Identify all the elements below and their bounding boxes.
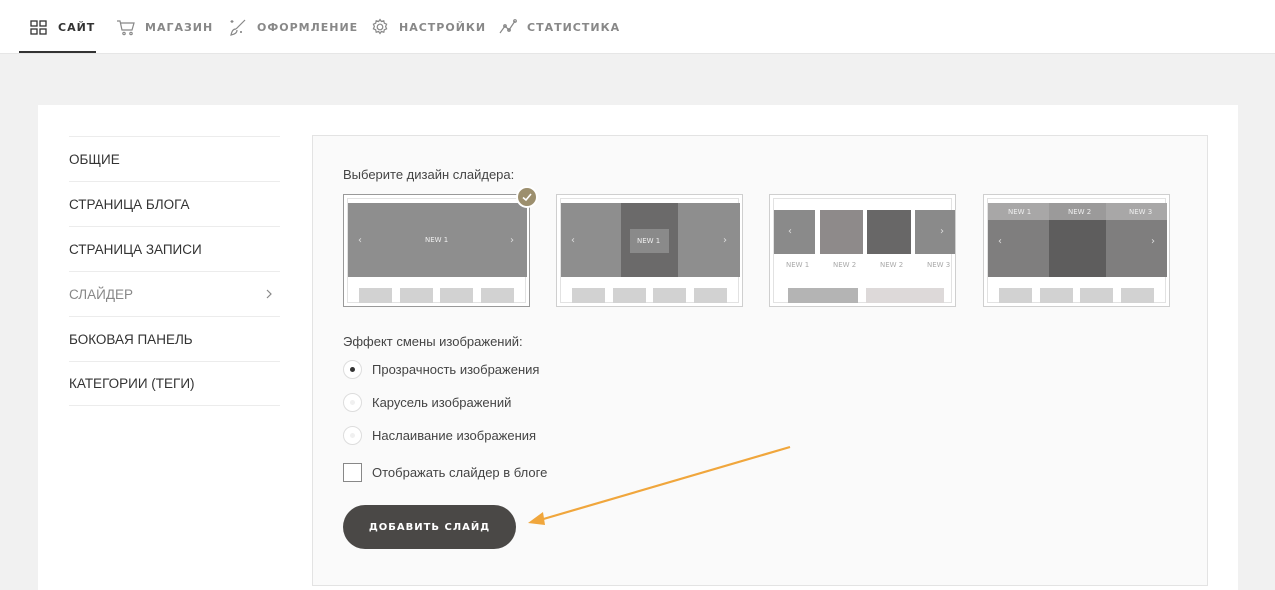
preview-thumb (1040, 288, 1073, 303)
slider-design-option-1[interactable]: ‹ › NEW 1 (343, 186, 538, 307)
nav-tab-label: СТАТИСТИКА (527, 20, 621, 34)
preview-card-label: NEW 2 (833, 261, 857, 269)
sidebar-item-sidebar-panel[interactable]: БОКОВАЯ ПАНЕЛЬ (69, 316, 280, 361)
sidebar-item-blog-page[interactable]: СТРАНИЦА БЛОГА (69, 181, 280, 226)
preview-slide-label: NEW 1 (425, 236, 449, 244)
preview-tab-label: NEW 2 (1068, 208, 1092, 216)
nav-tab-statistics[interactable]: СТАТИСТИКА (498, 0, 620, 54)
preview-prev-arrow: ‹ (358, 235, 362, 246)
active-tab-indicator (19, 51, 96, 53)
nav-tab-shop[interactable]: МАГАЗИН (116, 0, 213, 54)
show-slider-checkbox[interactable] (343, 463, 362, 482)
magic-brush-icon (228, 17, 248, 37)
preview-prev-arrow: ‹ (788, 226, 792, 237)
preview-card (867, 210, 911, 254)
effect-option-label: Карусель изображений (372, 395, 512, 410)
effect-option-label: Наслаивание изображения (372, 428, 537, 443)
show-slider-label: Отображать слайдер в блоге (372, 465, 548, 480)
nav-tab-label: САЙТ (58, 20, 96, 34)
sidebar-item-label: ОБЩИЕ (69, 151, 120, 167)
design-preview: ‹ › NEW 1 (347, 198, 527, 303)
nav-tab-label: ОФОРМЛЕНИЕ (257, 20, 359, 34)
preview-thumb (481, 288, 514, 303)
preview-thumb (572, 288, 605, 303)
preview-thumb (359, 288, 392, 303)
preview-thumb (653, 288, 686, 303)
sidebar-item-categories[interactable]: КАТЕГОРИИ (ТЕГИ) (69, 361, 280, 406)
preview-card-label: NEW 3 (927, 261, 951, 269)
preview-slide-label: NEW 1 (637, 237, 661, 245)
effect-option-overlay[interactable]: Наслаивание изображения (343, 426, 536, 445)
sidebar-item-label: СТРАНИЦА БЛОГА (69, 196, 190, 212)
preview-thumb (999, 288, 1032, 303)
preview-tab-label: NEW 3 (1129, 208, 1153, 216)
effect-option-label: Прозрачность изображения (372, 362, 540, 377)
sidebar-item-post-page[interactable]: СТРАНИЦА ЗАПИСИ (69, 226, 280, 271)
settings-sidebar: ОБЩИЕ СТРАНИЦА БЛОГА СТРАНИЦА ЗАПИСИ СЛА… (69, 136, 280, 406)
sidebar-item-general[interactable]: ОБЩИЕ (69, 136, 280, 181)
cart-icon (116, 17, 136, 37)
show-slider-in-blog-option[interactable]: Отображать слайдер в блоге (343, 463, 547, 482)
preview-card (774, 210, 815, 254)
effect-option-fade[interactable]: Прозрачность изображения (343, 360, 539, 379)
preview-next-arrow: › (940, 226, 944, 237)
design-preview: NEW 1 ‹ › (560, 198, 740, 303)
radio-button[interactable] (343, 426, 362, 445)
preview-tab-label: NEW 1 (1008, 208, 1032, 216)
sidebar-item-slider[interactable]: СЛАЙДЕР (69, 271, 280, 316)
design-section-label: Выберите дизайн слайдера: (343, 167, 515, 182)
preview-card (915, 210, 955, 254)
selected-check-icon (516, 186, 538, 208)
sidebar-item-label: СТРАНИЦА ЗАПИСИ (69, 241, 202, 257)
nav-tab-design[interactable]: ОФОРМЛЕНИЕ (228, 0, 358, 54)
preview-card-label: NEW 2 (880, 261, 904, 269)
sidebar-item-label: КАТЕГОРИИ (ТЕГИ) (69, 376, 195, 391)
grid-icon (29, 17, 49, 37)
preview-card (820, 210, 863, 254)
preview-prev-arrow: ‹ (571, 235, 575, 246)
preview-thumb (400, 288, 433, 303)
preview-next-arrow: › (723, 235, 727, 246)
preview-thumb (440, 288, 473, 303)
preview-thumb (613, 288, 646, 303)
design-preview: ‹ › NEW 1 NEW 2 NEW 2 NEW 3 (773, 198, 955, 303)
slider-design-option-3[interactable]: ‹ › NEW 1 NEW 2 NEW 2 NEW 3 (769, 194, 956, 307)
slider-design-option-4[interactable]: NEW 1 NEW 2 NEW 3 ‹ › (983, 194, 1170, 307)
preview-bar (866, 288, 944, 303)
slider-settings-panel: Выберите дизайн слайдера: ‹ › NEW 1 NEW … (312, 135, 1208, 586)
preview-card-label: NEW 1 (786, 261, 810, 269)
nav-tab-label: МАГАЗИН (145, 20, 214, 34)
gear-icon (370, 17, 390, 37)
design-preview: NEW 1 NEW 2 NEW 3 ‹ › (987, 198, 1167, 303)
preview-next-arrow: › (510, 235, 514, 246)
nav-tab-label: НАСТРОЙКИ (399, 20, 487, 34)
nav-tab-settings[interactable]: НАСТРОЙКИ (370, 0, 486, 54)
preview-next-arrow: › (1151, 236, 1155, 247)
add-slide-button[interactable]: ДОБАВИТЬ СЛАЙД (343, 505, 516, 549)
line-chart-icon (498, 17, 518, 37)
preview-prev-arrow: ‹ (998, 236, 1002, 247)
sidebar-item-label: БОКОВАЯ ПАНЕЛЬ (69, 331, 193, 347)
top-navigation: САЙТ МАГАЗИН ОФОРМЛЕНИЕ НАСТРОЙКИ СТАТИС… (0, 0, 1275, 54)
preview-bar (788, 288, 858, 303)
effect-section-label: Эффект смены изображений: (343, 334, 523, 349)
preview-thumb (1080, 288, 1113, 303)
preview-thumb (1121, 288, 1154, 303)
preview-thumb (694, 288, 727, 303)
effect-option-carousel[interactable]: Карусель изображений (343, 393, 511, 412)
radio-button[interactable] (343, 360, 362, 379)
chevron-right-icon (266, 289, 272, 299)
settings-card: ОБЩИЕ СТРАНИЦА БЛОГА СТРАНИЦА ЗАПИСИ СЛА… (38, 105, 1238, 590)
sidebar-item-label: СЛАЙДЕР (69, 286, 134, 302)
radio-button[interactable] (343, 393, 362, 412)
slider-design-option-2[interactable]: NEW 1 ‹ › (556, 194, 743, 307)
nav-tab-site[interactable]: САЙТ (29, 0, 95, 54)
